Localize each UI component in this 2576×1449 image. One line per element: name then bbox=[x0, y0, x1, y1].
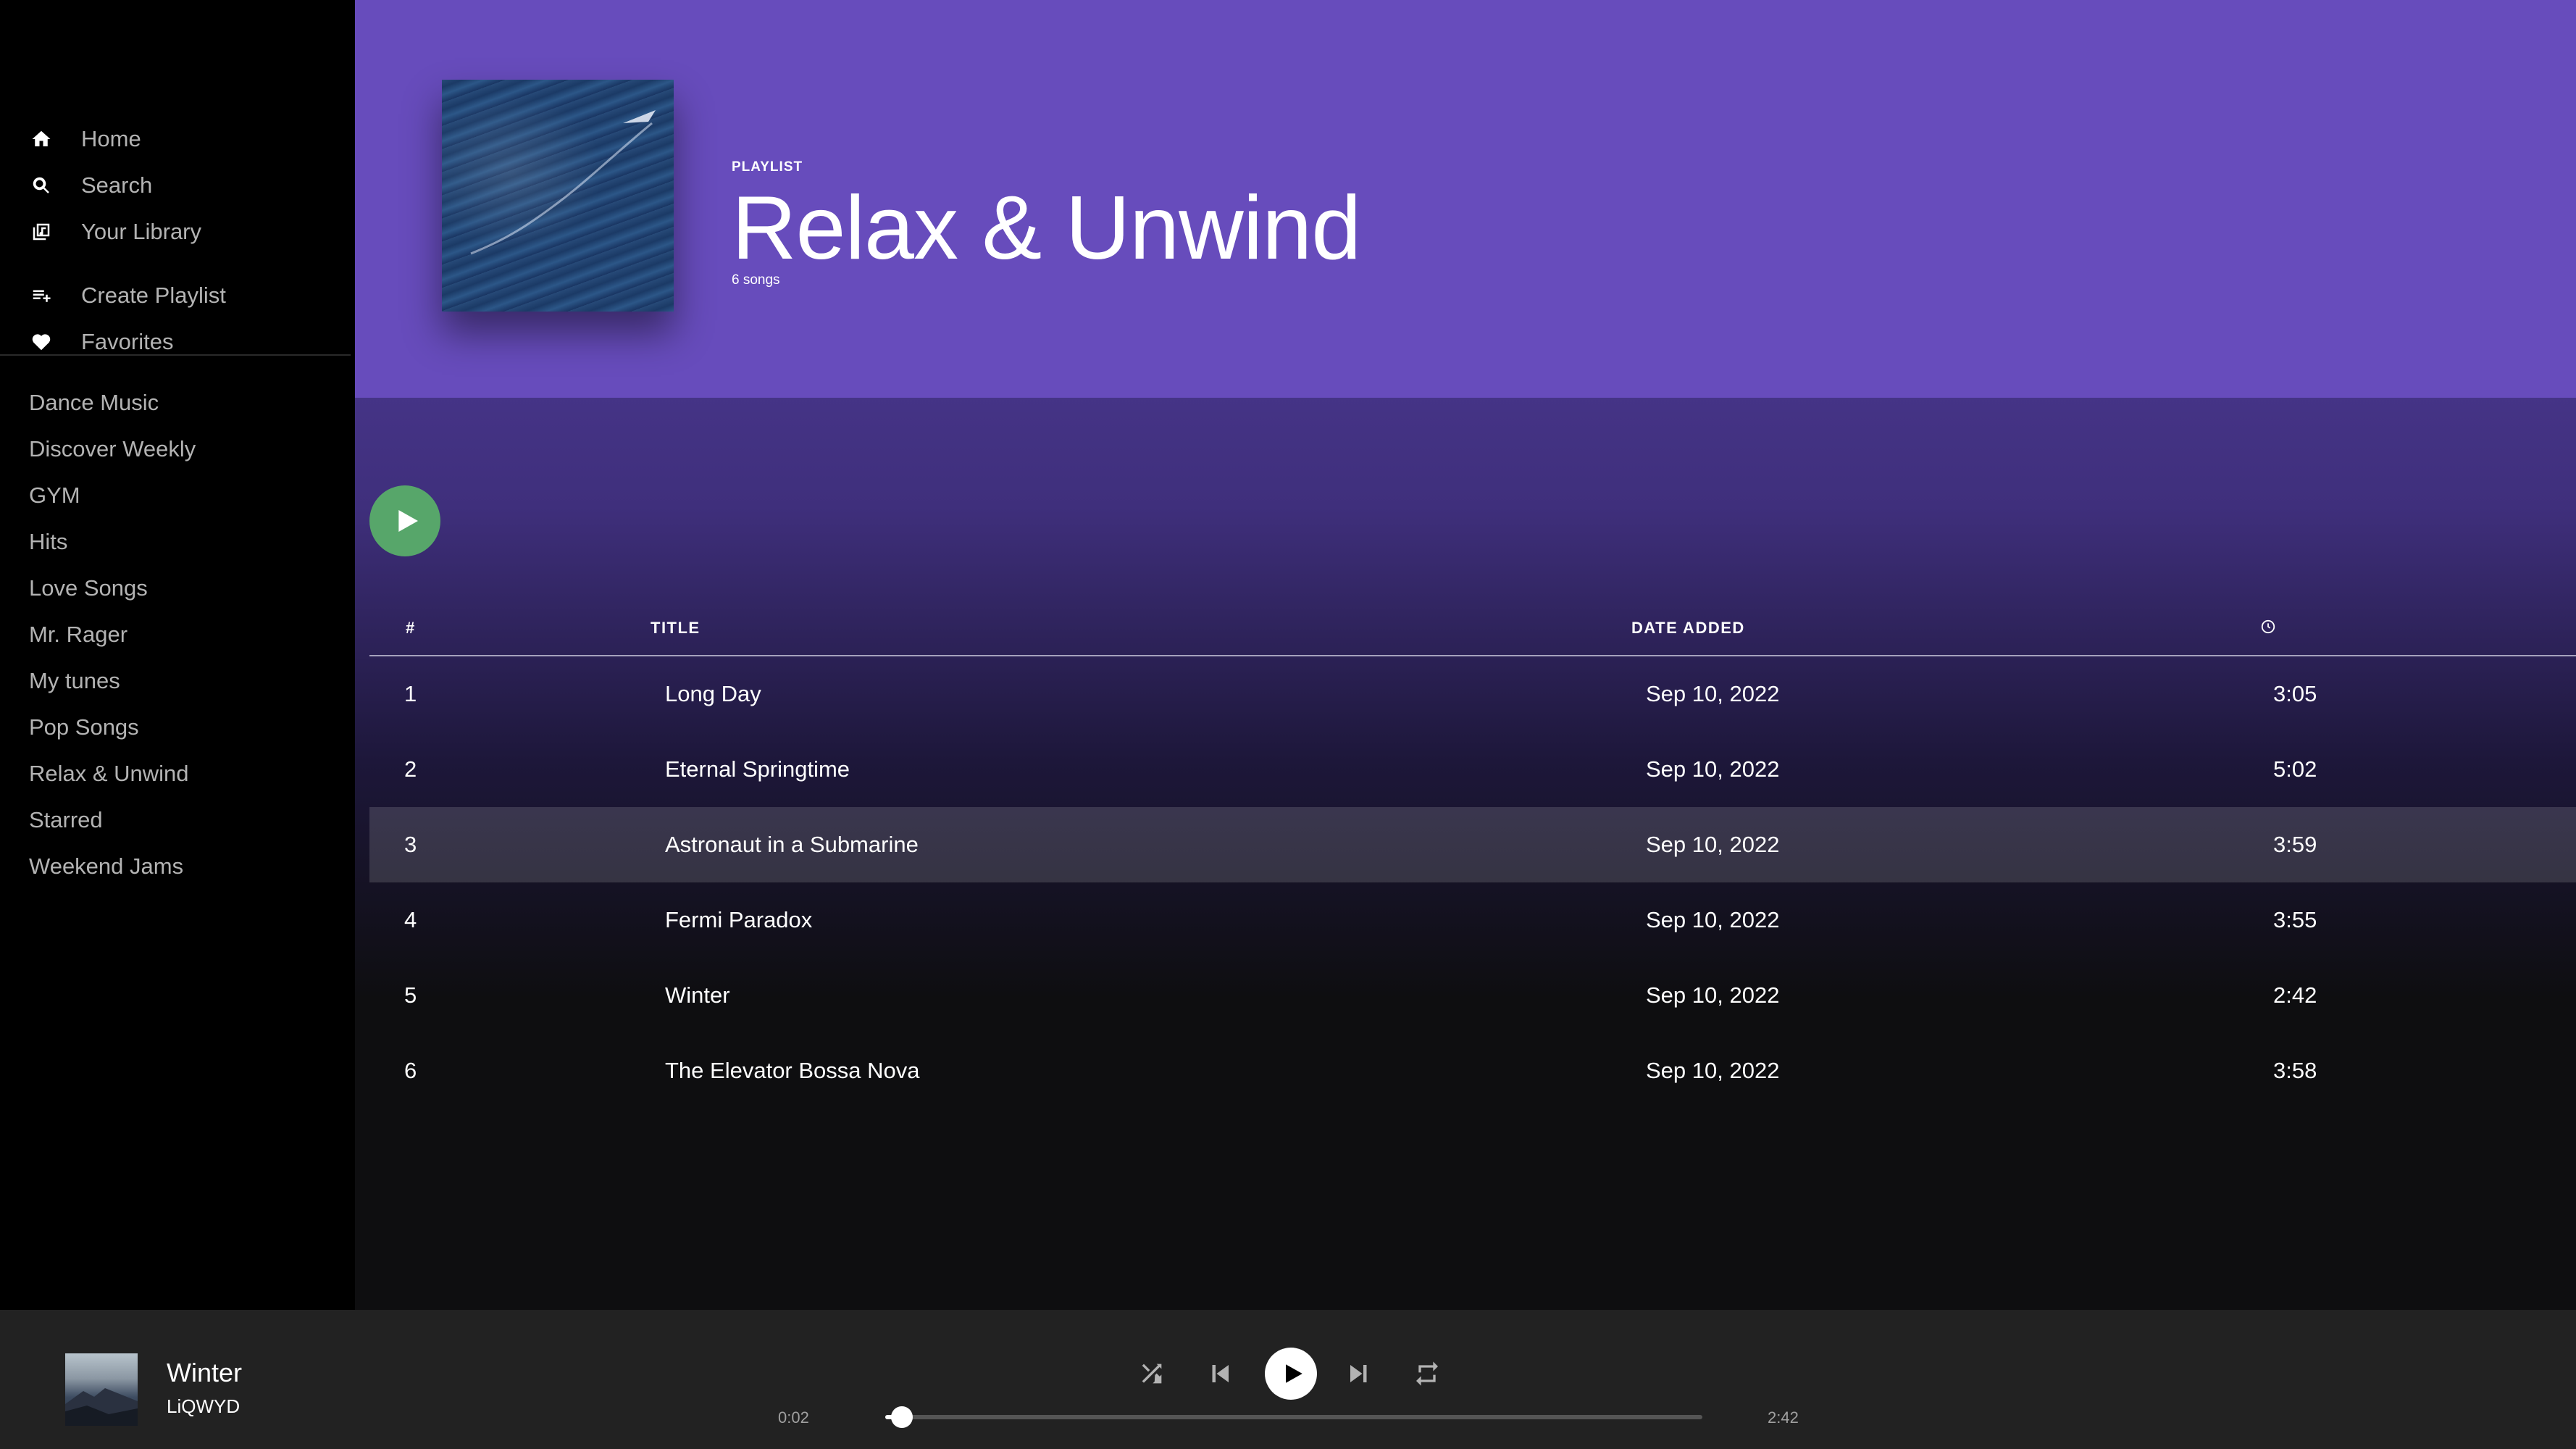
sidebar-item-create-playlist[interactable]: Create Playlist bbox=[0, 272, 355, 319]
track-table: # TITLE DATE ADDED 1 Long Day Sep 10, 20… bbox=[369, 601, 2576, 1108]
cover-art-graphic bbox=[470, 110, 656, 255]
sidebar-item-label: Create Playlist bbox=[81, 283, 226, 308]
sidebar-item-library[interactable]: Your Library bbox=[0, 209, 355, 255]
sidebar-nav: Home Search Your Library Create Playlist bbox=[0, 116, 355, 365]
table-row[interactable]: 4 Fermi Paradox Sep 10, 2022 3:55 bbox=[369, 882, 2576, 958]
track-number: 6 bbox=[404, 1058, 417, 1083]
table-row[interactable]: 2 Eternal Springtime Sep 10, 2022 5:02 bbox=[369, 732, 2576, 807]
main-content: PLAYLIST Relax & Unwind 6 songs # TITLE … bbox=[355, 0, 2576, 1310]
player-bar: Winter LiQWYD 0:02 2:42 bbox=[0, 1310, 2576, 1449]
now-playing-cover-image bbox=[65, 1353, 138, 1426]
playlist-item[interactable]: Hits bbox=[0, 519, 355, 565]
track-number: 5 bbox=[404, 982, 417, 1008]
table-row[interactable]: 5 Winter Sep 10, 2022 2:42 bbox=[369, 958, 2576, 1033]
track-title: Winter bbox=[665, 982, 730, 1008]
track-date-added: Sep 10, 2022 bbox=[1646, 832, 1780, 857]
table-row[interactable]: 6 The Elevator Bossa Nova Sep 10, 2022 3… bbox=[369, 1033, 2576, 1108]
progress-bar[interactable] bbox=[885, 1406, 1702, 1428]
repeat-icon bbox=[1416, 1361, 1438, 1386]
sidebar-item-label: Favorites bbox=[81, 329, 174, 354]
home-icon bbox=[30, 128, 52, 150]
playlist-item[interactable]: GYM bbox=[0, 472, 355, 519]
track-number: 1 bbox=[404, 681, 417, 706]
track-number: 2 bbox=[404, 756, 417, 782]
sidebar: Home Search Your Library Create Playlist bbox=[0, 0, 355, 1310]
track-date-added: Sep 10, 2022 bbox=[1646, 907, 1780, 932]
heart-icon bbox=[30, 331, 52, 353]
column-header-date-added: DATE ADDED bbox=[1631, 619, 1745, 637]
track-date-added: Sep 10, 2022 bbox=[1646, 756, 1780, 782]
sidebar-item-search[interactable]: Search bbox=[0, 162, 355, 209]
track-date-added: Sep 10, 2022 bbox=[1646, 681, 1780, 706]
total-time: 2:42 bbox=[1768, 1408, 1799, 1427]
skip-next-icon bbox=[1350, 1365, 1367, 1382]
track-title: The Elevator Bossa Nova bbox=[665, 1058, 920, 1083]
repeat-button[interactable] bbox=[1413, 1359, 1442, 1388]
sidebar-item-label: Your Library bbox=[81, 219, 202, 244]
track-date-added: Sep 10, 2022 bbox=[1646, 982, 1780, 1008]
playlist-header: PLAYLIST Relax & Unwind 6 songs bbox=[355, 0, 2576, 398]
table-header: # TITLE DATE ADDED bbox=[369, 601, 2576, 656]
skip-previous-icon bbox=[1212, 1365, 1229, 1382]
play-icon bbox=[1285, 1364, 1302, 1383]
sidebar-item-label: Search bbox=[81, 172, 153, 198]
playlist-type-label: PLAYLIST bbox=[732, 159, 803, 175]
track-duration: 2:42 bbox=[2273, 982, 2317, 1008]
track-number: 4 bbox=[404, 907, 417, 932]
track-title: Eternal Springtime bbox=[665, 756, 850, 782]
add-playlist-icon bbox=[30, 285, 52, 306]
playlist-item[interactable]: Discover Weekly bbox=[0, 426, 355, 472]
track-duration: 3:05 bbox=[2273, 681, 2317, 706]
shuffle-icon bbox=[1142, 1364, 1162, 1384]
page-title: Relax & Unwind bbox=[732, 178, 1361, 278]
playlist-item[interactable]: My tunes bbox=[0, 658, 355, 704]
now-playing-title[interactable]: Winter bbox=[167, 1358, 242, 1388]
playlist-item[interactable]: Love Songs bbox=[0, 565, 355, 611]
clock-icon bbox=[2260, 619, 2276, 639]
playlist-item[interactable]: Starred bbox=[0, 797, 355, 843]
track-title: Fermi Paradox bbox=[665, 907, 813, 932]
current-time: 0:02 bbox=[778, 1408, 809, 1427]
track-duration: 5:02 bbox=[2273, 756, 2317, 782]
table-row-selected[interactable]: 3 Astronaut in a Submarine Sep 10, 2022 … bbox=[369, 807, 2576, 882]
now-playing-artist[interactable]: LiQWYD bbox=[167, 1395, 240, 1418]
playlist-list: Dance Music Discover Weekly GYM Hits Lov… bbox=[0, 380, 355, 890]
table-row[interactable]: 1 Long Day Sep 10, 2022 3:05 bbox=[369, 656, 2576, 732]
sidebar-divider bbox=[0, 354, 351, 356]
music-app: Home Search Your Library Create Playlist bbox=[0, 0, 2576, 1449]
play-playlist-button[interactable] bbox=[369, 485, 440, 556]
library-icon bbox=[30, 221, 52, 243]
search-icon bbox=[30, 175, 52, 196]
playlist-item[interactable]: Dance Music bbox=[0, 380, 355, 426]
now-playing-art-graphic bbox=[65, 1388, 138, 1426]
playlist-item[interactable]: Relax & Unwind bbox=[0, 751, 355, 797]
track-duration: 3:58 bbox=[2273, 1058, 2317, 1083]
next-button[interactable] bbox=[1346, 1361, 1372, 1387]
sidebar-item-favorites[interactable]: Favorites bbox=[0, 319, 355, 365]
track-title: Astronaut in a Submarine bbox=[665, 832, 919, 857]
playlist-item[interactable]: Weekend Jams bbox=[0, 843, 355, 890]
playlist-item[interactable]: Pop Songs bbox=[0, 704, 355, 751]
playback-controls bbox=[1130, 1346, 1456, 1401]
track-date-added: Sep 10, 2022 bbox=[1646, 1058, 1780, 1083]
nav-gap bbox=[0, 255, 355, 272]
track-duration: 3:59 bbox=[2273, 832, 2317, 857]
column-header-title: TITLE bbox=[651, 619, 701, 637]
shuffle-button[interactable] bbox=[1137, 1359, 1166, 1388]
sidebar-item-home[interactable]: Home bbox=[0, 116, 355, 162]
track-title: Long Day bbox=[665, 681, 761, 706]
progress-handle[interactable] bbox=[890, 1406, 913, 1428]
playlist-item[interactable]: Mr. Rager bbox=[0, 611, 355, 658]
column-header-number: # bbox=[406, 619, 416, 637]
previous-button[interactable] bbox=[1207, 1361, 1233, 1387]
track-number: 3 bbox=[404, 832, 417, 857]
play-icon bbox=[398, 510, 418, 532]
sidebar-item-label: Home bbox=[81, 126, 141, 151]
play-pause-button[interactable] bbox=[1265, 1348, 1317, 1400]
playlist-header-text: PLAYLIST Relax & Unwind 6 songs bbox=[732, 159, 1361, 288]
track-duration: 3:55 bbox=[2273, 907, 2317, 932]
playlist-cover-image bbox=[442, 80, 674, 312]
